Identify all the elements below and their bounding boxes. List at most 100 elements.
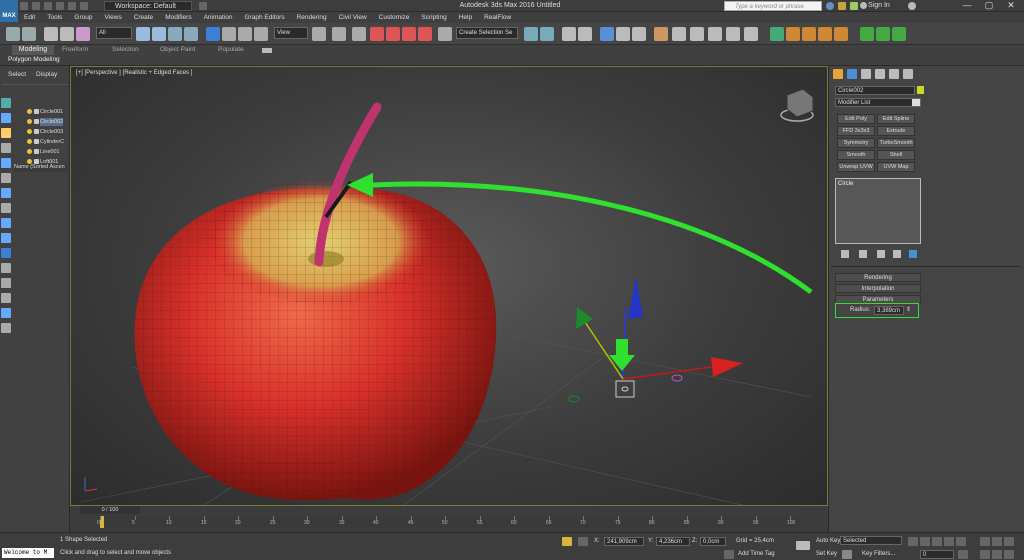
display-lights-icon[interactable] xyxy=(1,128,11,138)
rendering-rollout[interactable]: Rendering xyxy=(835,273,921,282)
realflow-mesh-icon[interactable] xyxy=(834,27,848,41)
chevron-down-icon[interactable] xyxy=(912,99,920,106)
light-bulb-icon[interactable] xyxy=(27,109,32,114)
explorer-display-menu[interactable]: Display xyxy=(36,71,57,78)
layer-explorer-icon[interactable] xyxy=(562,27,576,41)
zoom-icon[interactable] xyxy=(980,537,990,546)
menu-views[interactable]: Views xyxy=(98,12,127,23)
sort-icon[interactable] xyxy=(1,323,11,333)
list-item[interactable]: CylinderC xyxy=(27,138,64,146)
rendered-frame-window-icon[interactable] xyxy=(690,27,704,41)
light-bulb-icon[interactable] xyxy=(27,159,32,164)
time-tag-icon[interactable] xyxy=(724,550,734,559)
snaps-toggle-icon[interactable] xyxy=(370,27,384,41)
help-icon[interactable] xyxy=(908,2,916,10)
radius-spinner-input[interactable]: 3,389cm xyxy=(874,306,904,315)
z-coordinate-field[interactable]: 0,0cm xyxy=(700,537,726,546)
project-folder-icon[interactable] xyxy=(80,2,88,10)
play-icon[interactable] xyxy=(932,537,942,546)
pivot-center-icon[interactable] xyxy=(312,27,326,41)
reference-coordinate-dropdown[interactable]: View xyxy=(274,27,308,39)
align-icon[interactable] xyxy=(540,27,554,41)
polygon-modeling-panel[interactable]: Polygon Modeling xyxy=(8,56,60,63)
render-setup-icon[interactable] xyxy=(672,27,686,41)
select-and-scale-icon[interactable] xyxy=(238,27,252,41)
close-button[interactable]: ✕ xyxy=(1000,0,1022,11)
key-mode-dropdown[interactable]: Selected xyxy=(840,536,902,545)
realflow-object-icon[interactable] xyxy=(818,27,832,41)
object-name-field[interactable]: Circle002 xyxy=(835,86,915,95)
menu-graph-editors[interactable]: Graph Editors xyxy=(239,12,291,23)
auto-key-button[interactable]: Auto Key xyxy=(816,538,840,544)
select-and-move-icon[interactable] xyxy=(206,27,220,41)
communication-icon[interactable] xyxy=(850,2,858,10)
select-manipulate-icon[interactable] xyxy=(332,27,346,41)
menu-create[interactable]: Create xyxy=(128,12,160,23)
list-item[interactable]: Line001 xyxy=(27,148,60,156)
menu-group[interactable]: Group xyxy=(68,12,98,23)
undo-icon[interactable] xyxy=(6,27,20,41)
edit-named-selection-icon[interactable] xyxy=(438,27,452,41)
maxscript-listener[interactable] xyxy=(2,535,54,545)
light-bulb-icon[interactable] xyxy=(27,129,32,134)
time-slider[interactable]: 0 / 100 xyxy=(80,506,140,514)
isolate-selection-icon[interactable] xyxy=(578,537,588,546)
key-icon[interactable] xyxy=(796,541,810,550)
realflow-import-icon[interactable] xyxy=(860,27,874,41)
viewport-scene[interactable] xyxy=(71,67,828,506)
utilities-tab-icon[interactable] xyxy=(903,69,913,79)
hierarchy-tab-icon[interactable] xyxy=(861,69,871,79)
display-hidden-icon[interactable] xyxy=(1,263,11,273)
select-and-rotate-icon[interactable] xyxy=(222,27,236,41)
display-containers-icon[interactable] xyxy=(1,233,11,243)
menu-customize[interactable]: Customize xyxy=(373,12,416,23)
display-frozen-icon[interactable] xyxy=(1,248,11,258)
extrude-button[interactable]: Extrude xyxy=(877,126,915,136)
object-color-swatch[interactable] xyxy=(917,86,924,94)
list-item[interactable]: Circle001 xyxy=(27,108,63,116)
menu-scripting[interactable]: Scripting xyxy=(415,12,452,23)
apple-model[interactable] xyxy=(134,180,497,500)
zoom-all-icon[interactable] xyxy=(992,537,1002,546)
maximize-viewport-icon[interactable] xyxy=(1004,550,1014,559)
edit-spline-button[interactable]: Edit Spline xyxy=(877,114,915,124)
y-coordinate-field[interactable]: 4,236cm xyxy=(656,537,690,546)
app-logo-icon[interactable]: MAX xyxy=(0,0,18,22)
display-groups-icon[interactable] xyxy=(1,188,11,198)
menu-modifiers[interactable]: Modifiers xyxy=(159,12,197,23)
window-crossing-icon[interactable] xyxy=(184,27,198,41)
realflow-export-icon[interactable] xyxy=(876,27,890,41)
list-item[interactable]: Circle003 xyxy=(27,128,63,136)
select-object-icon[interactable] xyxy=(136,27,150,41)
tab-modeling[interactable]: Modeling xyxy=(12,45,54,55)
sign-in-link[interactable]: Sign In xyxy=(868,2,890,9)
stack-item-circle[interactable]: Circle xyxy=(838,181,853,187)
light-bulb-icon[interactable] xyxy=(27,139,32,144)
spinner-arrows-icon[interactable]: ⇕ xyxy=(906,306,912,315)
realflow-daemon-icon[interactable] xyxy=(802,27,816,41)
minimize-button[interactable]: — xyxy=(956,0,978,11)
shell-button[interactable]: Shell xyxy=(877,150,915,160)
workspace-selector[interactable]: Workspace: Default xyxy=(104,1,192,11)
named-selection-dropdown[interactable]: Create Selection Se xyxy=(456,27,518,39)
modify-tab-icon[interactable] xyxy=(847,69,857,79)
spinner-snap-icon[interactable] xyxy=(418,27,432,41)
percent-snap-icon[interactable] xyxy=(402,27,416,41)
x-coordinate-field[interactable]: 241,909cm xyxy=(604,537,644,546)
open-file-icon[interactable] xyxy=(32,2,40,10)
maxscript-mini-listener[interactable]: Welcome to M xyxy=(2,548,54,558)
new-scene-icon[interactable] xyxy=(20,2,28,10)
keyboard-shortcut-icon[interactable] xyxy=(352,27,366,41)
layer-manager-icon[interactable] xyxy=(578,27,592,41)
material-editor-icon[interactable] xyxy=(654,27,668,41)
menu-help[interactable]: Help xyxy=(453,12,478,23)
field-of-view-icon[interactable] xyxy=(980,550,990,559)
list-item[interactable]: Loft001 xyxy=(27,158,58,166)
realflow-emitter-icon[interactable] xyxy=(786,27,800,41)
display-geometry-icon[interactable] xyxy=(1,98,11,108)
render-production-icon[interactable] xyxy=(708,27,722,41)
uvw-map-button[interactable]: UVW Map xyxy=(877,162,915,172)
menu-realflow[interactable]: RealFlow xyxy=(478,12,517,23)
curve-editor-icon[interactable] xyxy=(616,27,630,41)
display-none-icon[interactable] xyxy=(1,293,11,303)
